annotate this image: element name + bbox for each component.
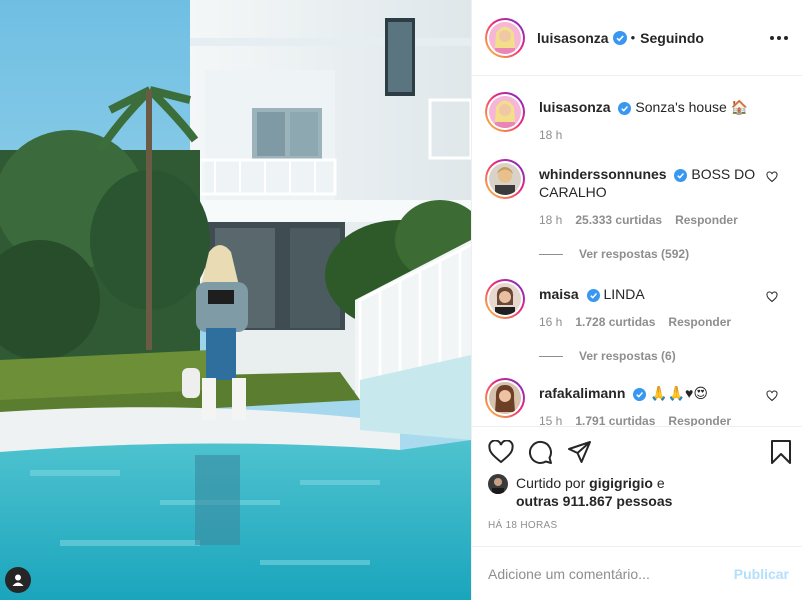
comment-like-heart-icon[interactable] [766,291,778,303]
liked-by-prefix: Curtido por [516,475,586,491]
post-photo[interactable] [0,0,471,600]
comment-avatar[interactable] [485,159,525,199]
reply-button[interactable]: Responder [668,414,731,426]
comment-avatar[interactable] [485,279,525,319]
avatar-image [489,96,521,128]
comment-time[interactable]: 16 h [539,315,562,329]
heart-icon[interactable] [488,440,514,464]
post-age[interactable]: HÁ 18 HORAS [488,520,792,546]
caption-username[interactable]: luisasonza [539,99,611,115]
comment-username[interactable]: whinderssonnunes [539,166,667,182]
replies-divider [539,253,563,255]
action-icons-row [488,437,792,467]
view-replies-label: Ver respostas (6) [579,349,676,363]
view-replies-label: Ver respostas (592) [579,247,690,261]
verified-badge-icon [586,289,600,302]
header-separator: • [630,30,636,45]
author-username[interactable]: luisasonza [537,30,609,46]
reply-button[interactable]: Responder [668,315,731,329]
following-button[interactable]: Seguindo [640,30,704,46]
bookmark-icon[interactable] [770,439,792,465]
view-replies-button[interactable]: Ver respostas (592) [539,247,802,261]
share-icon[interactable] [567,440,592,464]
verified-badge-icon [633,388,647,401]
verified-badge-icon [674,169,688,182]
comment-item: whinderssonnunes BOSS DO CARALHO 18 h 25… [485,159,802,227]
avatar-image [489,21,521,54]
comment-likes[interactable]: 25.333 curtidas [575,213,662,227]
comment-avatar[interactable] [485,378,525,418]
comment-text: 🙏🙏♥😍 [650,385,708,401]
liked-by-user[interactable]: gigigrigio [589,475,653,491]
caption-avatar[interactable] [485,92,525,132]
comment-input[interactable] [488,565,734,582]
post-header: luisasonza • Seguindo [472,0,802,76]
comment-username[interactable]: rafakalimann [539,385,625,401]
post-caption: luisasonza Sonza's house 🏠 18 h [485,92,802,142]
liked-by-conj: e [656,475,665,491]
post-actions: Curtido por gigigrigio e outras 911.867 … [472,426,802,546]
caption-time[interactable]: 18 h [539,128,562,142]
publish-button[interactable]: Publicar [734,566,789,582]
comment-item: rafakalimann 🙏🙏♥😍 15 h 1.791 curtidas Re… [485,378,802,426]
comment-time[interactable]: 15 h [539,414,562,426]
add-comment-bar: Publicar [472,546,802,600]
comment-item: maisa LINDA 16 h 1.728 curtidas Responde… [485,279,802,329]
post-image [0,0,471,600]
user-tag-icon[interactable] [5,567,31,593]
author-avatar[interactable] [485,17,525,58]
comments-list[interactable]: luisasonza Sonza's house 🏠 18 h whinders… [472,76,802,426]
avatar-image [489,382,521,414]
reply-button[interactable]: Responder [675,213,738,227]
comment-likes[interactable]: 1.728 curtidas [575,315,655,329]
liked-by: Curtido por gigigrigio e outras 911.867 … [488,474,792,510]
comment-icon[interactable] [528,440,553,465]
likes-count[interactable]: outras 911.867 pessoas [516,493,672,509]
avatar-image [489,163,521,195]
caption-text: Sonza's house 🏠 [635,99,749,115]
comment-username[interactable]: maisa [539,286,579,302]
avatar-image [489,283,521,315]
comment-like-heart-icon[interactable] [766,171,778,183]
person-icon [12,574,24,586]
comment-time[interactable]: 18 h [539,213,562,227]
view-replies-button[interactable]: Ver respostas (6) [539,349,802,363]
instagram-post: luisasonza • Seguindo luisasonza Sonza's… [0,0,802,600]
comment-like-heart-icon[interactable] [766,390,778,402]
liker-avatar[interactable] [488,474,508,494]
comment-text: LINDA [603,286,645,302]
comment-likes[interactable]: 1.791 curtidas [575,414,655,426]
replies-divider [539,355,563,357]
verified-badge-icon [618,102,632,115]
verified-badge-icon [612,30,627,45]
more-options-icon[interactable] [770,30,788,46]
post-side-panel: luisasonza • Seguindo luisasonza Sonza's… [471,0,802,600]
